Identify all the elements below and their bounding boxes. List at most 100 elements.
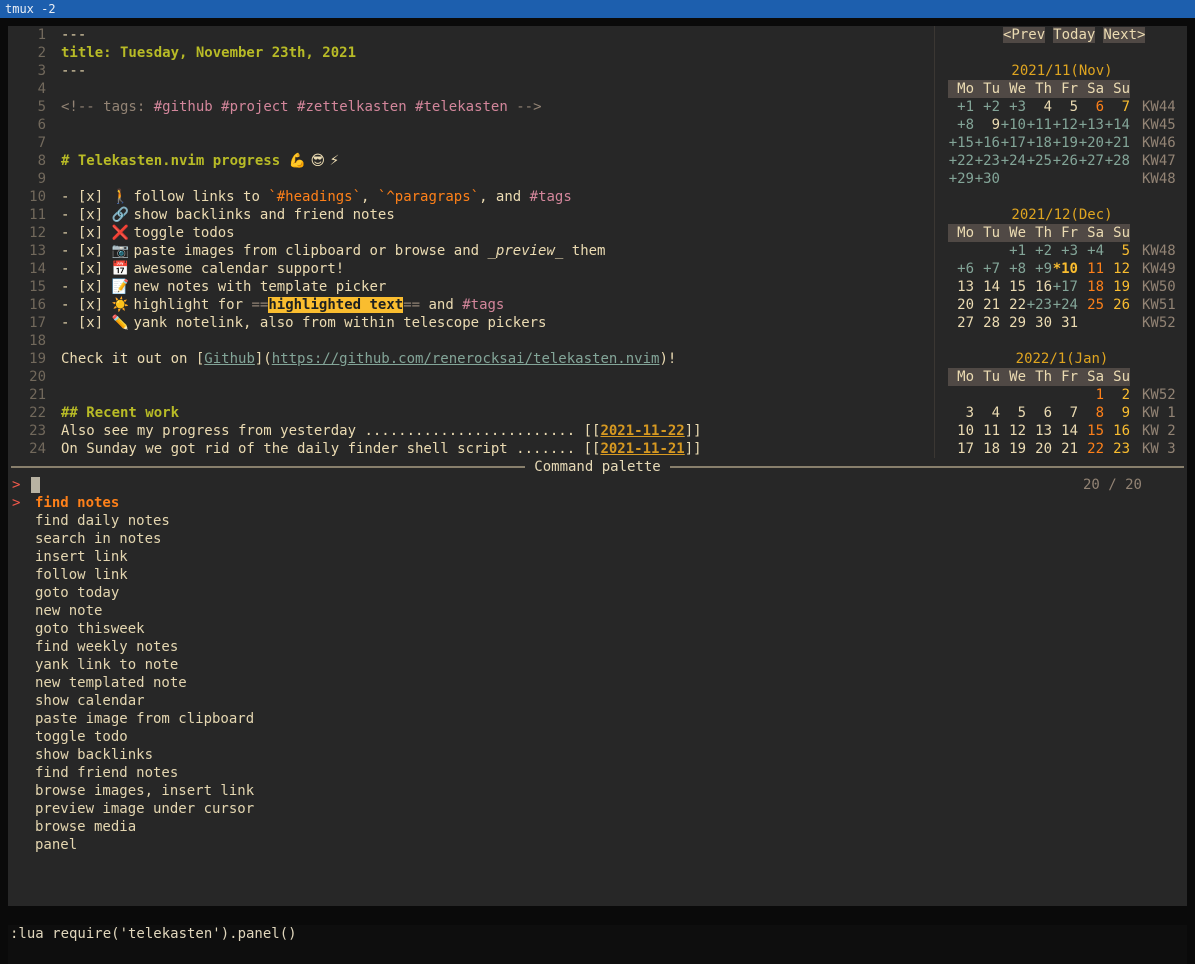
palette-prompt[interactable]: > 20 / 20 <box>8 476 1187 494</box>
palette-item[interactable]: find friend notes <box>8 764 1187 782</box>
calendar-day[interactable]: 12 <box>1000 422 1026 440</box>
editor-line[interactable]: 2title: Tuesday, November 23th, 2021 <box>8 44 933 62</box>
palette-item[interactable]: panel <box>8 836 1187 854</box>
calendar-day[interactable]: +12 <box>1052 116 1078 134</box>
calendar-day[interactable]: 7 <box>1104 98 1130 116</box>
calendar-day[interactable]: 20 <box>1026 440 1052 458</box>
calendar-day[interactable]: +2 <box>974 98 1000 116</box>
editor-line[interactable]: 9 <box>8 170 933 188</box>
editor-line[interactable]: 12- [x] ❌ toggle todos <box>8 224 933 242</box>
calendar-day[interactable]: +26 <box>1052 152 1078 170</box>
calendar-day[interactable]: 6 <box>1026 404 1052 422</box>
calendar-day[interactable]: 30 <box>1026 314 1052 332</box>
calendar-day[interactable]: 6 <box>1078 98 1104 116</box>
calendar-day[interactable]: 26 <box>1104 296 1130 314</box>
calendar-day[interactable]: +29 <box>948 170 974 188</box>
editor-line[interactable]: 16- [x] ☀️ highlight for ==highlighted t… <box>8 296 933 314</box>
calendar-day[interactable]: 5 <box>1000 404 1026 422</box>
palette-item[interactable]: paste image from clipboard <box>8 710 1187 728</box>
editor-line[interactable]: 4 <box>8 80 933 98</box>
calendar-day[interactable]: 11 <box>1078 260 1104 278</box>
editor-line[interactable]: 5<!-- tags: #github #project #zettelkast… <box>8 98 933 116</box>
editor-line[interactable]: 21 <box>8 386 933 404</box>
editor-line[interactable]: 1--- <box>8 26 933 44</box>
calendar-day[interactable]: 22 <box>1000 296 1026 314</box>
calendar-day[interactable]: +6 <box>948 260 974 278</box>
calendar-day[interactable]: 15 <box>1000 278 1026 296</box>
palette-item[interactable]: browse media <box>8 818 1187 836</box>
palette-item[interactable]: browse images, insert link <box>8 782 1187 800</box>
calendar-day[interactable]: +17 <box>1000 134 1026 152</box>
calendar-day[interactable]: 23 <box>1104 440 1130 458</box>
calendar-day[interactable]: 21 <box>1052 440 1078 458</box>
calendar-day[interactable]: 16 <box>1104 422 1130 440</box>
palette-item[interactable]: find weekly notes <box>8 638 1187 656</box>
today-button[interactable]: Today <box>1053 27 1095 43</box>
calendar-day[interactable]: +8 <box>1000 260 1026 278</box>
next-button[interactable]: Next> <box>1103 27 1145 43</box>
calendar-day[interactable]: +20 <box>1078 134 1104 152</box>
calendar-day[interactable]: 12 <box>1104 260 1130 278</box>
calendar-day[interactable]: 5 <box>1052 98 1078 116</box>
calendar-day[interactable]: 28 <box>974 314 1000 332</box>
palette-item[interactable]: find daily notes <box>8 512 1187 530</box>
palette-item[interactable]: yank link to note <box>8 656 1187 674</box>
palette-item[interactable]: follow link <box>8 566 1187 584</box>
calendar-day[interactable]: 13 <box>1026 422 1052 440</box>
calendar-day[interactable]: +4 <box>1078 242 1104 260</box>
calendar-day[interactable]: 18 <box>974 440 1000 458</box>
prev-button[interactable]: <Prev <box>1003 27 1045 43</box>
calendar-day[interactable]: +1 <box>948 98 974 116</box>
calendar-day[interactable]: 10 <box>948 422 974 440</box>
palette-item[interactable]: new templated note <box>8 674 1187 692</box>
calendar-day[interactable]: 19 <box>1000 440 1026 458</box>
calendar-day[interactable]: 15 <box>1078 422 1104 440</box>
palette-item[interactable]: new note <box>8 602 1187 620</box>
calendar-day[interactable]: 17 <box>948 440 974 458</box>
palette-item[interactable]: goto thisweek <box>8 620 1187 638</box>
calendar-day[interactable]: +18 <box>1026 134 1052 152</box>
calendar-day[interactable]: +8 <box>948 116 974 134</box>
calendar-day[interactable]: 20 <box>948 296 974 314</box>
editor-line[interactable]: 14- [x] 📅 awesome calendar support! <box>8 260 933 278</box>
calendar-day[interactable]: +16 <box>974 134 1000 152</box>
calendar-day[interactable]: 11 <box>974 422 1000 440</box>
editor-line[interactable]: 13- [x] 📷 paste images from clipboard or… <box>8 242 933 260</box>
calendar-day[interactable]: +30 <box>974 170 1000 188</box>
editor-line[interactable]: 10- [x] 🚶 follow links to `#headings`, `… <box>8 188 933 206</box>
palette-item[interactable]: toggle todo <box>8 728 1187 746</box>
calendar-day[interactable]: +21 <box>1104 134 1130 152</box>
calendar-day[interactable]: 27 <box>948 314 974 332</box>
calendar-day[interactable]: 31 <box>1052 314 1078 332</box>
command-line[interactable]: :lua require('telekasten').panel() <box>8 925 1187 944</box>
calendar-day[interactable]: +11 <box>1026 116 1052 134</box>
calendar-day[interactable]: +25 <box>1026 152 1052 170</box>
calendar-day[interactable]: +13 <box>1078 116 1104 134</box>
calendar-day[interactable]: +3 <box>1052 242 1078 260</box>
editor-line[interactable]: 8# Telekasten.nvim progress 💪 😎 ⚡ <box>8 152 933 170</box>
editor-line[interactable]: 19Check it out on [Github](https://githu… <box>8 350 933 368</box>
editor-line[interactable]: 17- [x] ✏️ yank notelink, also from with… <box>8 314 933 332</box>
calendar-day[interactable]: 9 <box>1104 404 1130 422</box>
calendar-day[interactable]: 13 <box>948 278 974 296</box>
calendar-day[interactable]: 4 <box>1026 98 1052 116</box>
calendar-day[interactable]: 9 <box>974 116 1000 134</box>
calendar-day[interactable]: +23 <box>1026 296 1052 314</box>
palette-item[interactable]: search in notes <box>8 530 1187 548</box>
editor-line[interactable]: 20 <box>8 368 933 386</box>
editor-line[interactable]: 7 <box>8 134 933 152</box>
calendar-day[interactable]: 7 <box>1052 404 1078 422</box>
calendar-day[interactable]: +9 <box>1026 260 1052 278</box>
palette-item[interactable]: insert link <box>8 548 1187 566</box>
calendar-day[interactable]: 25 <box>1078 296 1104 314</box>
calendar-day[interactable]: 4 <box>974 404 1000 422</box>
calendar-day[interactable]: +2 <box>1026 242 1052 260</box>
calendar-day[interactable]: 21 <box>974 296 1000 314</box>
calendar-day[interactable]: 22 <box>1078 440 1104 458</box>
palette-item[interactable]: show calendar <box>8 692 1187 710</box>
calendar-day[interactable]: +22 <box>948 152 974 170</box>
calendar-day[interactable]: +10 <box>1000 116 1026 134</box>
calendar-day[interactable]: 16 <box>1026 278 1052 296</box>
palette-item[interactable]: goto today <box>8 584 1187 602</box>
calendar-day[interactable]: +15 <box>948 134 974 152</box>
